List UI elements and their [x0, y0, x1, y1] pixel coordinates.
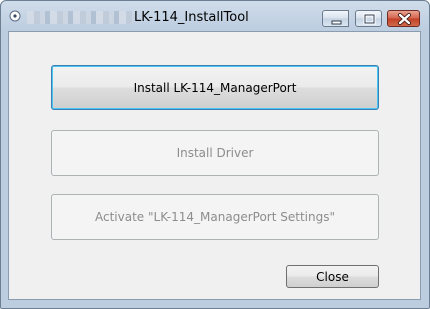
- title-bar[interactable]: LK-114_InstallTool: [1, 1, 429, 31]
- minimize-icon: [331, 20, 342, 25]
- install-driver-label: Install Driver: [176, 146, 254, 160]
- window-close-button[interactable]: [387, 10, 420, 27]
- installer-window: LK-114_InstallTool Install LK-114_Manage…: [0, 0, 430, 309]
- maximize-button[interactable]: [355, 10, 382, 27]
- activate-settings-button[interactable]: Activate "LK-114_ManagerPort Settings": [51, 194, 379, 240]
- window-title: LK-114_InstallTool: [134, 10, 249, 25]
- close-label: Close: [316, 269, 349, 284]
- activate-settings-label: Activate "LK-114_ManagerPort Settings": [95, 210, 335, 224]
- redacted-title-prefix: [27, 11, 133, 24]
- maximize-icon: [363, 13, 376, 25]
- install-manager-port-label: Install LK-114_ManagerPort: [133, 80, 297, 95]
- install-driver-button[interactable]: Install Driver: [51, 130, 379, 176]
- close-button[interactable]: Close: [286, 265, 379, 288]
- install-manager-port-button[interactable]: Install LK-114_ManagerPort: [51, 65, 379, 110]
- close-icon: [398, 13, 411, 25]
- minimize-button[interactable]: [322, 10, 349, 27]
- dialog-client-area: Install LK-114_ManagerPort Install Drive…: [8, 31, 421, 300]
- app-icon: [9, 10, 21, 22]
